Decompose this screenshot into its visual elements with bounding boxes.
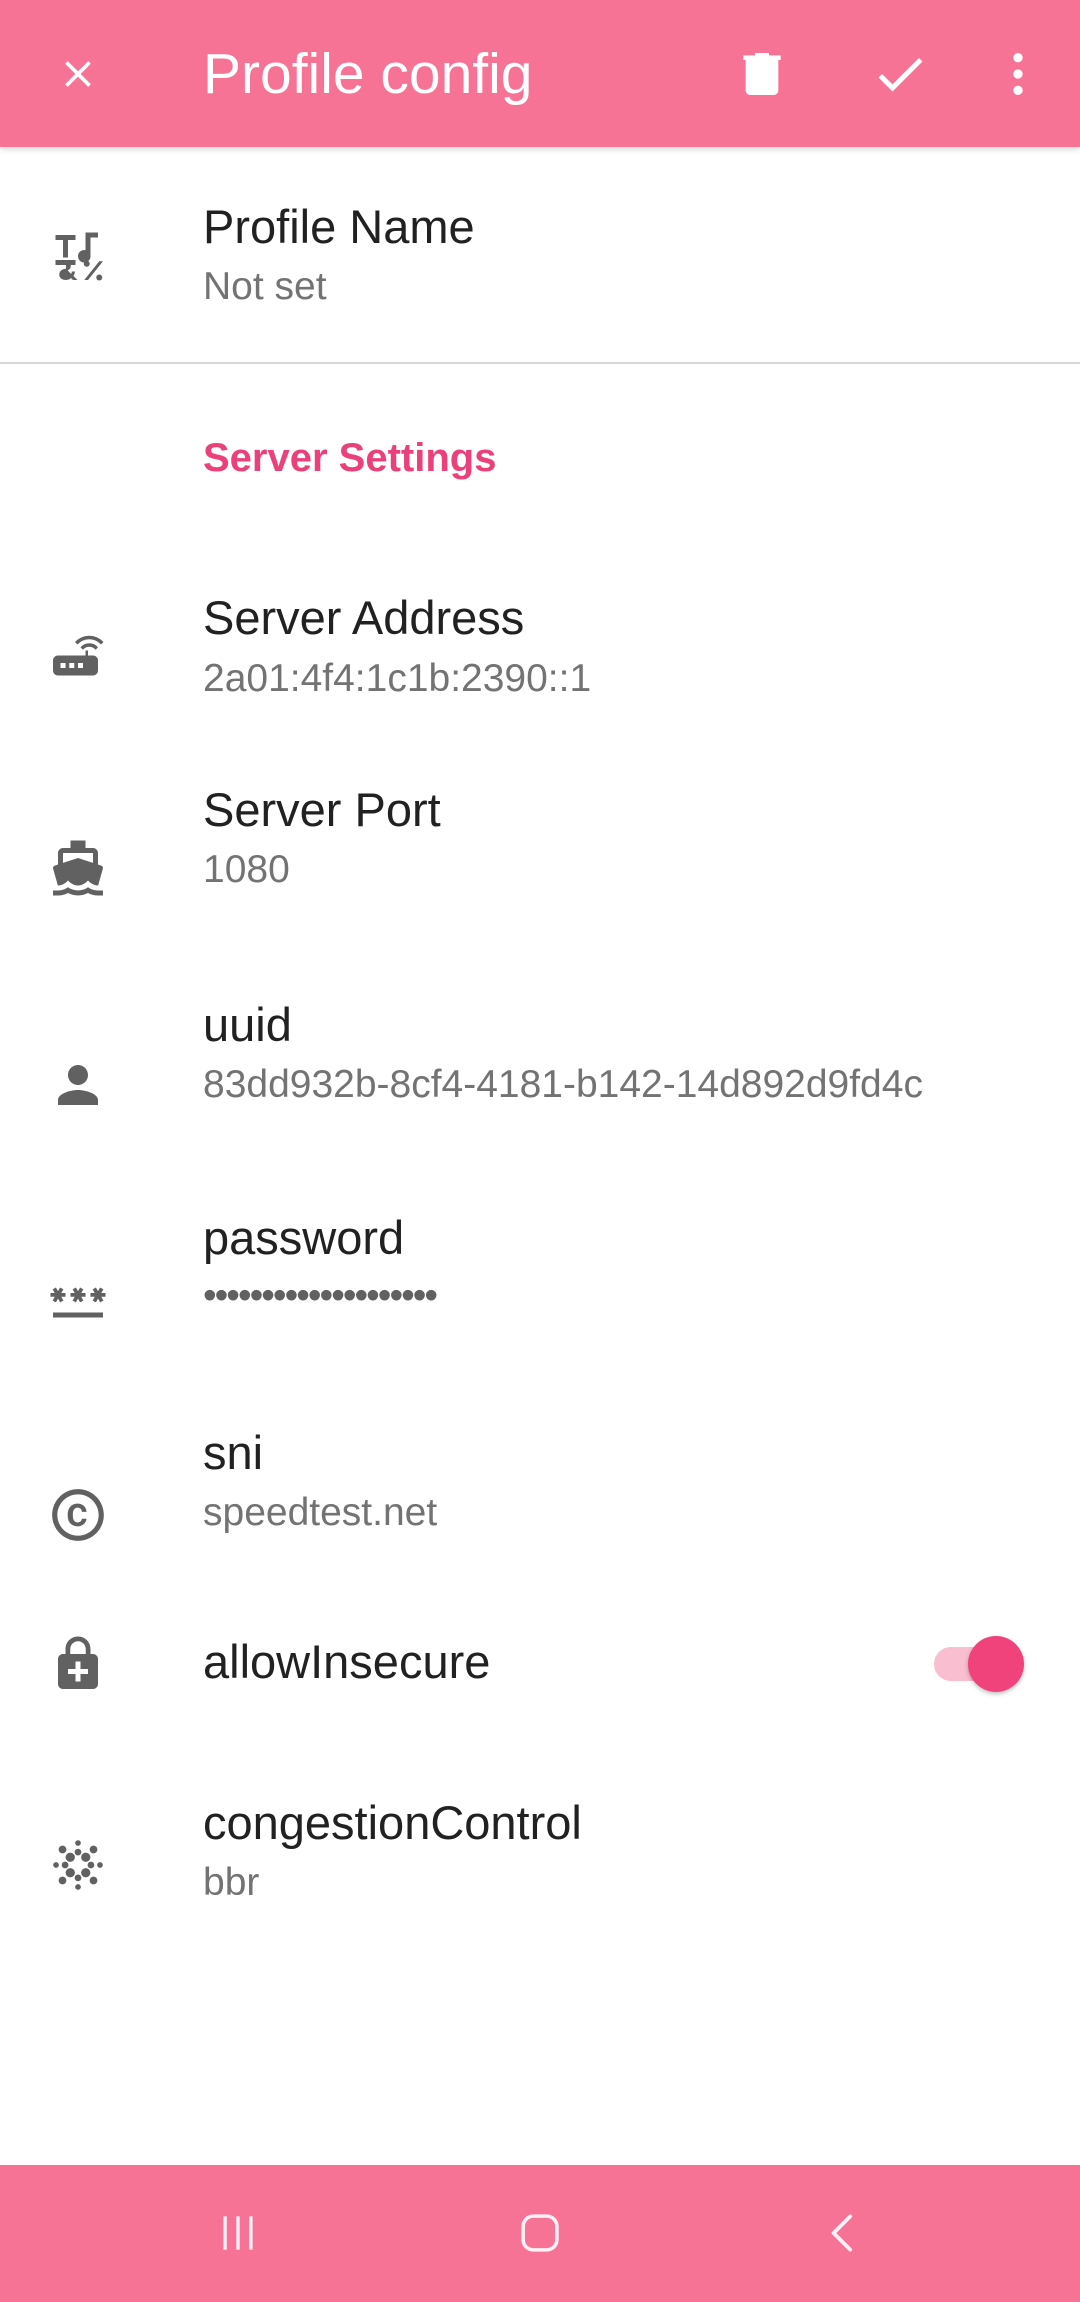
uuid-title: uuid: [203, 998, 292, 1051]
server-port-title: Server Port: [203, 783, 441, 836]
sni-title: sni: [203, 1426, 264, 1479]
more-options-button[interactable]: [978, 34, 1058, 114]
switch-thumb: [968, 1636, 1024, 1692]
ferry-icon: [40, 830, 116, 906]
congestion-control-row[interactable]: congestionControl bbr: [0, 1775, 1080, 1990]
system-nav-bar: [0, 2165, 1080, 2302]
sni-summary: speedtest.net: [203, 1491, 438, 1534]
server-address-summary: 2a01:4f4:1c1b:2390::1: [203, 657, 592, 700]
congestion-control-title: congestionControl: [203, 1796, 582, 1849]
person-icon: [40, 1047, 116, 1123]
recents-icon: [223, 2216, 253, 2250]
server-address-title: Server Address: [203, 591, 525, 644]
recents-button[interactable]: [183, 2193, 293, 2273]
back-button[interactable]: [789, 2193, 899, 2273]
divider: [0, 362, 1080, 364]
close-icon: [65, 61, 91, 87]
password-row[interactable]: password ••••••••••••••••••••: [0, 1190, 1080, 1405]
blur-on-icon: [40, 1827, 116, 1903]
router-icon: [40, 615, 116, 691]
allow-insecure-switch[interactable]: [930, 1636, 1030, 1692]
profile-name-title: Profile Name: [203, 200, 475, 253]
profile-name-row[interactable]: Profile Name Not set: [0, 147, 1080, 362]
allow-insecure-title: allowInsecure: [203, 1635, 491, 1688]
password-title: password: [203, 1211, 405, 1264]
home-button[interactable]: [485, 2193, 595, 2273]
more-vert-icon: [1013, 53, 1023, 95]
congestion-control-summary: bbr: [203, 1861, 260, 1904]
sni-row[interactable]: sni speedtest.net: [0, 1405, 1080, 1620]
app-bar: Profile config: [0, 0, 1080, 147]
enhanced-encryption-icon: [40, 1626, 116, 1702]
back-icon: [831, 2214, 853, 2252]
save-button[interactable]: [860, 34, 940, 114]
allow-insecure-row[interactable]: allowInsecure: [0, 1620, 1080, 1710]
delete-icon: [743, 53, 781, 95]
category-server-settings: Server Settings: [203, 436, 497, 480]
password-summary: ••••••••••••••••••••: [203, 1274, 438, 1317]
delete-button[interactable]: [722, 34, 802, 114]
copyright-icon: [40, 1477, 116, 1553]
screen: Profile config Profile Name Not set Serv…: [0, 0, 1080, 2302]
check-icon: [878, 57, 923, 92]
profile-name-summary: Not set: [203, 265, 327, 308]
text-format-icon: [40, 217, 116, 293]
password-icon: [40, 1262, 116, 1338]
page-title: Profile config: [203, 42, 533, 106]
home-icon: [521, 2214, 559, 2252]
uuid-row[interactable]: uuid 83dd932b-8cf4-4181-b142-14d892d9fd4…: [0, 975, 1080, 1190]
server-port-row[interactable]: Server Port 1080: [0, 760, 1080, 975]
close-button[interactable]: [38, 34, 118, 114]
server-port-summary: 1080: [203, 848, 290, 891]
uuid-summary: 83dd932b-8cf4-4181-b142-14d892d9fd4c: [203, 1063, 923, 1106]
server-address-row[interactable]: Server Address 2a01:4f4:1c1b:2390::1: [0, 545, 1080, 760]
